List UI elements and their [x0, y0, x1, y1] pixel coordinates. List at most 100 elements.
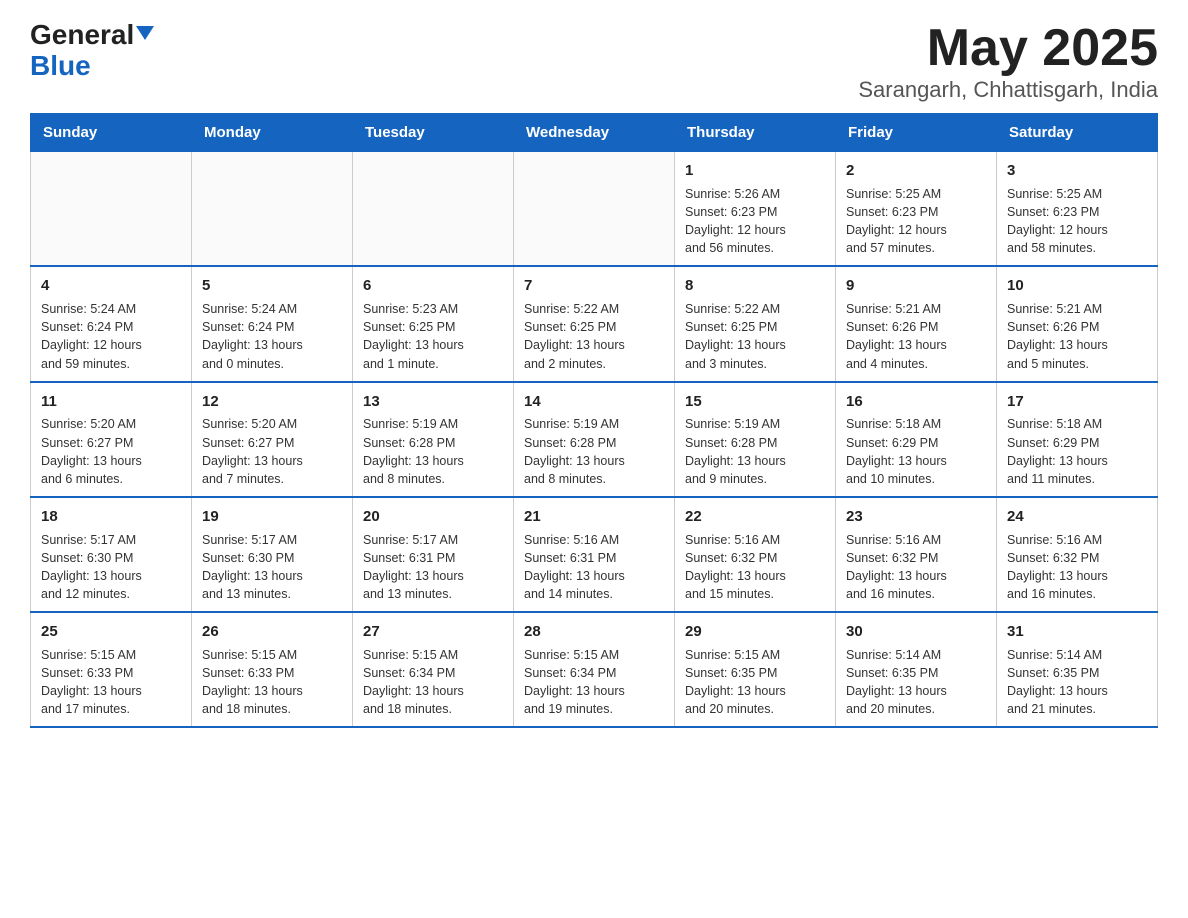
- calendar-cell: 7 Sunrise: 5:22 AMSunset: 6:25 PMDaylight…: [514, 266, 675, 381]
- sun-info: Sunrise: 5:17 AMSunset: 6:31 PMDaylight:…: [363, 531, 503, 604]
- calendar-cell: 31 Sunrise: 5:14 AMSunset: 6:35 PMDayligh…: [997, 612, 1158, 727]
- calendar-cell: 28 Sunrise: 5:15 AMSunset: 6:34 PMDayligh…: [514, 612, 675, 727]
- sun-info: Sunrise: 5:20 AMSunset: 6:27 PMDaylight:…: [41, 415, 181, 488]
- sun-info: Sunrise: 5:18 AMSunset: 6:29 PMDaylight:…: [1007, 415, 1147, 488]
- calendar-subtitle: Sarangarh, Chhattisgarh, India: [858, 77, 1158, 103]
- calendar-cell: 20 Sunrise: 5:17 AMSunset: 6:31 PMDayligh…: [353, 497, 514, 612]
- day-number: 15: [685, 391, 825, 413]
- calendar-cell: 25Sunrise: 5:15 AMSunset: 6:33 PMDayligh…: [31, 612, 192, 727]
- sun-info: Sunrise: 5:16 AMSunset: 6:32 PMDaylight:…: [846, 531, 986, 604]
- calendar-cell: 22 Sunrise: 5:16 AMSunset: 6:32 PMDayligh…: [675, 497, 836, 612]
- calendar-cell: 2 Sunrise: 5:25 AMSunset: 6:23 PMDaylight…: [836, 152, 997, 267]
- sun-info: Sunrise: 5:15 AMSunset: 6:33 PMDaylight:…: [41, 646, 181, 719]
- calendar-table: SundayMondayTuesdayWednesdayThursdayFrid…: [30, 113, 1158, 728]
- sun-info: Sunrise: 5:17 AMSunset: 6:30 PMDaylight:…: [41, 531, 181, 604]
- calendar-cell: 12Sunrise: 5:20 AMSunset: 6:27 PMDayligh…: [192, 382, 353, 497]
- sun-info: Sunrise: 5:15 AMSunset: 6:33 PMDaylight:…: [202, 646, 342, 719]
- day-number: 29: [685, 621, 825, 643]
- calendar-cell: 10Sunrise: 5:21 AMSunset: 6:26 PMDayligh…: [997, 266, 1158, 381]
- sun-info: Sunrise: 5:26 AMSunset: 6:23 PMDaylight:…: [685, 185, 825, 258]
- sun-info: Sunrise: 5:15 AMSunset: 6:35 PMDaylight:…: [685, 646, 825, 719]
- weekday-header: Wednesday: [514, 114, 675, 152]
- calendar-header-row: SundayMondayTuesdayWednesdayThursdayFrid…: [31, 114, 1158, 152]
- calendar-cell: 14Sunrise: 5:19 AMSunset: 6:28 PMDayligh…: [514, 382, 675, 497]
- calendar-week-row: 11Sunrise: 5:20 AMSunset: 6:27 PMDayligh…: [31, 382, 1158, 497]
- sun-info: Sunrise: 5:19 AMSunset: 6:28 PMDaylight:…: [524, 415, 664, 488]
- sun-info: Sunrise: 5:14 AMSunset: 6:35 PMDaylight:…: [1007, 646, 1147, 719]
- calendar-cell: 26 Sunrise: 5:15 AMSunset: 6:33 PMDayligh…: [192, 612, 353, 727]
- day-number: 11: [41, 391, 181, 413]
- day-number: 10: [1007, 275, 1147, 297]
- calendar-cell: [31, 152, 192, 267]
- sun-info: Sunrise: 5:19 AMSunset: 6:28 PMDaylight:…: [685, 415, 825, 488]
- day-number: 21: [524, 506, 664, 528]
- day-number: 14: [524, 391, 664, 413]
- calendar-week-row: 4 Sunrise: 5:24 AMSunset: 6:24 PMDaylight…: [31, 266, 1158, 381]
- calendar-cell: 27 Sunrise: 5:15 AMSunset: 6:34 PMDayligh…: [353, 612, 514, 727]
- sun-info: Sunrise: 5:19 AMSunset: 6:28 PMDaylight:…: [363, 415, 503, 488]
- sun-info: Sunrise: 5:25 AMSunset: 6:23 PMDaylight:…: [846, 185, 986, 258]
- day-number: 30: [846, 621, 986, 643]
- day-number: 20: [363, 506, 503, 528]
- day-number: 1: [685, 160, 825, 182]
- sun-info: Sunrise: 5:16 AMSunset: 6:31 PMDaylight:…: [524, 531, 664, 604]
- sun-info: Sunrise: 5:16 AMSunset: 6:32 PMDaylight:…: [685, 531, 825, 604]
- day-number: 26: [202, 621, 342, 643]
- day-number: 7: [524, 275, 664, 297]
- day-number: 12: [202, 391, 342, 413]
- day-number: 27: [363, 621, 503, 643]
- day-number: 13: [363, 391, 503, 413]
- day-number: 3: [1007, 160, 1147, 182]
- day-number: 4: [41, 275, 181, 297]
- day-number: 17: [1007, 391, 1147, 413]
- weekday-header: Monday: [192, 114, 353, 152]
- sun-info: Sunrise: 5:14 AMSunset: 6:35 PMDaylight:…: [846, 646, 986, 719]
- calendar-cell: 23 Sunrise: 5:16 AMSunset: 6:32 PMDayligh…: [836, 497, 997, 612]
- sun-info: Sunrise: 5:22 AMSunset: 6:25 PMDaylight:…: [524, 300, 664, 373]
- sun-info: Sunrise: 5:21 AMSunset: 6:26 PMDaylight:…: [846, 300, 986, 373]
- day-number: 19: [202, 506, 342, 528]
- logo-text: GeneralBlue: [30, 20, 154, 82]
- day-number: 6: [363, 275, 503, 297]
- day-number: 18: [41, 506, 181, 528]
- calendar-week-row: 25Sunrise: 5:15 AMSunset: 6:33 PMDayligh…: [31, 612, 1158, 727]
- day-number: 22: [685, 506, 825, 528]
- logo: GeneralBlue: [30, 20, 154, 82]
- calendar-cell: 1 Sunrise: 5:26 AMSunset: 6:23 PMDaylight…: [675, 152, 836, 267]
- calendar-cell: 19Sunrise: 5:17 AMSunset: 6:30 PMDayligh…: [192, 497, 353, 612]
- sun-info: Sunrise: 5:15 AMSunset: 6:34 PMDaylight:…: [363, 646, 503, 719]
- day-number: 28: [524, 621, 664, 643]
- page-header: GeneralBlue May 2025 Sarangarh, Chhattis…: [30, 20, 1158, 103]
- sun-info: Sunrise: 5:24 AMSunset: 6:24 PMDaylight:…: [202, 300, 342, 373]
- weekday-header: Thursday: [675, 114, 836, 152]
- calendar-title: May 2025: [858, 20, 1158, 77]
- weekday-header: Saturday: [997, 114, 1158, 152]
- sun-info: Sunrise: 5:18 AMSunset: 6:29 PMDaylight:…: [846, 415, 986, 488]
- sun-info: Sunrise: 5:22 AMSunset: 6:25 PMDaylight:…: [685, 300, 825, 373]
- calendar-cell: 4Sunrise: 5:24 AMSunset: 6:24 PMDaylight…: [31, 266, 192, 381]
- weekday-header: Tuesday: [353, 114, 514, 152]
- sun-info: Sunrise: 5:15 AMSunset: 6:34 PMDaylight:…: [524, 646, 664, 719]
- calendar-cell: 15Sunrise: 5:19 AMSunset: 6:28 PMDayligh…: [675, 382, 836, 497]
- day-number: 23: [846, 506, 986, 528]
- day-number: 31: [1007, 621, 1147, 643]
- calendar-cell: 30 Sunrise: 5:14 AMSunset: 6:35 PMDayligh…: [836, 612, 997, 727]
- calendar-cell: 17Sunrise: 5:18 AMSunset: 6:29 PMDayligh…: [997, 382, 1158, 497]
- day-number: 8: [685, 275, 825, 297]
- calendar-cell: 8 Sunrise: 5:22 AMSunset: 6:25 PMDaylight…: [675, 266, 836, 381]
- logo-blue-text: Blue: [30, 50, 91, 81]
- day-number: 9: [846, 275, 986, 297]
- day-number: 2: [846, 160, 986, 182]
- calendar-week-row: 18 Sunrise: 5:17 AMSunset: 6:30 PMDayligh…: [31, 497, 1158, 612]
- title-block: May 2025 Sarangarh, Chhattisgarh, India: [858, 20, 1158, 103]
- calendar-cell: 5Sunrise: 5:24 AMSunset: 6:24 PMDaylight…: [192, 266, 353, 381]
- logo-triangle-icon: [136, 26, 154, 40]
- calendar-cell: 6 Sunrise: 5:23 AMSunset: 6:25 PMDaylight…: [353, 266, 514, 381]
- sun-info: Sunrise: 5:23 AMSunset: 6:25 PMDaylight:…: [363, 300, 503, 373]
- sun-info: Sunrise: 5:20 AMSunset: 6:27 PMDaylight:…: [202, 415, 342, 488]
- calendar-cell: 18 Sunrise: 5:17 AMSunset: 6:30 PMDayligh…: [31, 497, 192, 612]
- weekday-header: Friday: [836, 114, 997, 152]
- calendar-cell: [192, 152, 353, 267]
- calendar-cell: [353, 152, 514, 267]
- calendar-cell: 9 Sunrise: 5:21 AMSunset: 6:26 PMDaylight…: [836, 266, 997, 381]
